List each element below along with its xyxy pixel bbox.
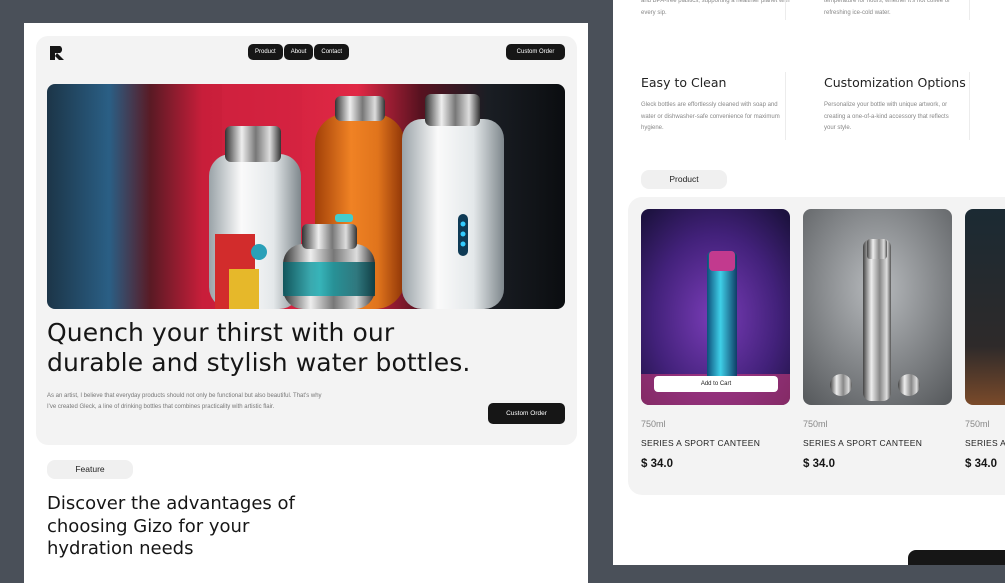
feature-customization-desc: Personalize your bottle with unique artw… <box>824 102 949 131</box>
feature-temperature-desc: temperature for hours, whether it's hot … <box>824 0 951 16</box>
hero-description: As an artist, I believe that everyday pr… <box>47 393 322 410</box>
add-to-cart-button[interactable]: Add to Cart <box>654 376 778 392</box>
custom-order-header-button[interactable]: Custom Order <box>506 44 565 60</box>
hero-title: Quench your thirst with our durable and … <box>47 318 471 377</box>
nav-about-button[interactable]: About <box>283 44 314 60</box>
product-name[interactable]: SERIES A SPORT CANTEEN <box>803 438 922 448</box>
feature-eco-desc: and BPA-free plastics, supporting a heal… <box>641 0 790 16</box>
main-nav: Product About Contact <box>248 44 350 60</box>
feature-badge: Feature <box>47 460 133 479</box>
nav-contact-button[interactable]: Contact <box>314 44 350 60</box>
product-name[interactable]: SERIES A <box>965 438 1005 448</box>
product-image[interactable] <box>803 209 952 405</box>
dark-button[interactable] <box>908 550 1005 565</box>
product-price: $ 34.0 <box>641 458 673 470</box>
feature-easy-clean-desc: Gleck bottles are effortlessly cleaned w… <box>641 102 780 131</box>
landing-page-right: and BPA-free plastics, supporting a heal… <box>613 0 1005 565</box>
product-image[interactable] <box>965 209 1005 405</box>
product-capacity: 750ml <box>641 419 666 429</box>
divider <box>969 72 970 140</box>
custom-order-button[interactable]: Custom Order <box>488 403 565 424</box>
hero-section: Product About Contact Custom Order Quenc… <box>36 36 577 445</box>
hero-bottles-image <box>47 84 565 309</box>
nav-product-button[interactable]: Product <box>248 44 283 60</box>
product-image[interactable]: Add to Cart <box>641 209 790 405</box>
divider <box>785 0 786 20</box>
product-price: $ 34.0 <box>803 458 835 470</box>
product-badge: Product <box>641 170 727 189</box>
product-capacity: 750ml <box>803 419 828 429</box>
product-list: Add to Cart 750ml SERIES A SPORT CANTEEN… <box>628 197 1005 495</box>
product-capacity: 750ml <box>965 419 990 429</box>
feature-easy-clean-title: Easy to Clean <box>641 75 727 90</box>
divider <box>785 72 786 140</box>
brand-logo[interactable] <box>50 46 64 60</box>
landing-page-left: Product About Contact Custom Order Quenc… <box>24 23 588 583</box>
feature-customization-title: Customization Options <box>824 75 966 90</box>
divider <box>969 0 970 20</box>
feature-heading: Discover the advantages of choosing Gizo… <box>47 493 295 559</box>
product-name[interactable]: SERIES A SPORT CANTEEN <box>641 438 760 448</box>
product-price: $ 34.0 <box>965 458 997 470</box>
